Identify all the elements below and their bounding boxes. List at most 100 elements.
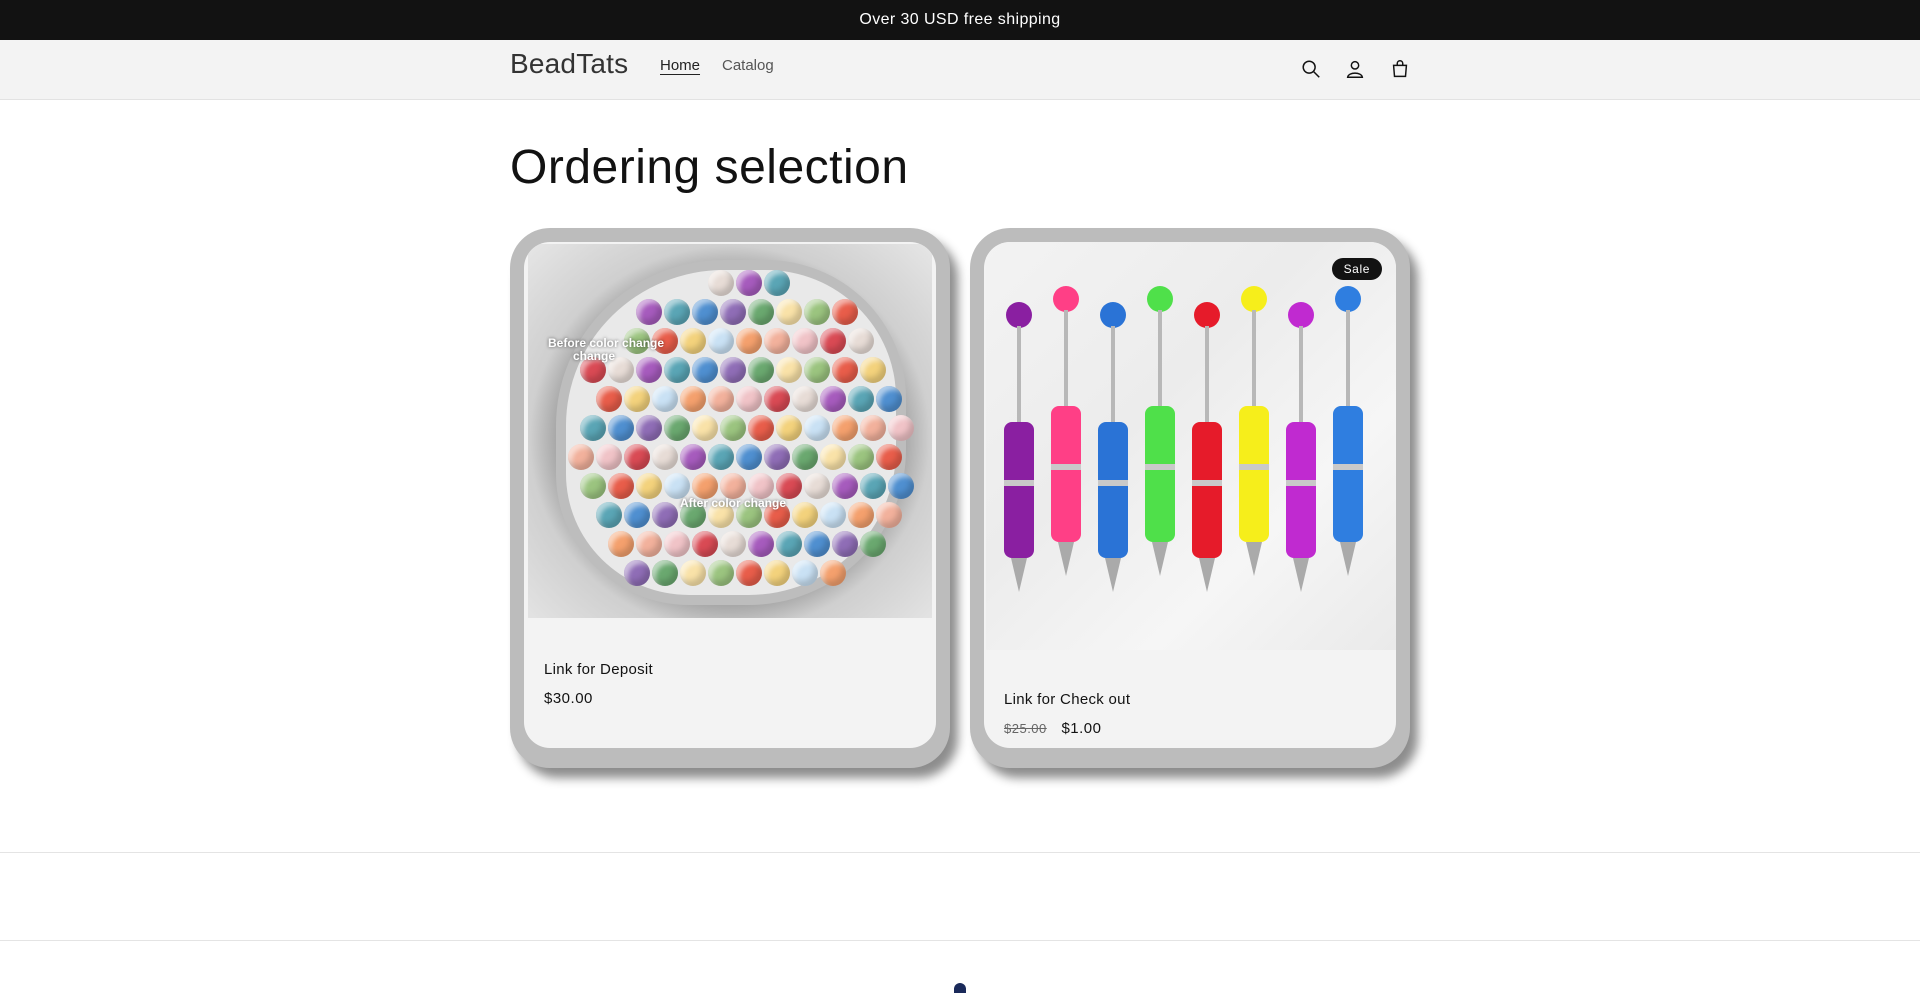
bead xyxy=(608,531,634,557)
compare-at-price: $25.00 xyxy=(1004,721,1047,736)
pen-body xyxy=(1004,422,1034,558)
bead xyxy=(804,415,830,441)
bead xyxy=(860,473,886,499)
bead xyxy=(720,531,746,557)
bead xyxy=(692,357,718,383)
pen-ring xyxy=(1286,480,1316,486)
pen xyxy=(1051,286,1081,576)
bead xyxy=(804,473,830,499)
bead xyxy=(848,328,874,354)
bead xyxy=(792,444,818,470)
product-card-inner: Sale Link for Check out $25.00 $1.00 xyxy=(984,242,1396,748)
product-card-checkout[interactable]: Sale Link for Check out $25.00 $1.00 xyxy=(970,228,1410,768)
product-title[interactable]: Link for Check out xyxy=(1004,691,1130,708)
bead xyxy=(680,328,706,354)
bead xyxy=(848,386,874,412)
bead xyxy=(720,299,746,325)
footer-divider xyxy=(0,940,1920,941)
pen-ball xyxy=(1006,302,1032,328)
bead xyxy=(792,328,818,354)
bead xyxy=(652,502,678,528)
bead xyxy=(652,444,678,470)
bead xyxy=(736,560,762,586)
pen-body xyxy=(1286,422,1316,558)
product-title[interactable]: Link for Deposit xyxy=(544,661,653,678)
bead xyxy=(736,328,762,354)
bead xyxy=(664,357,690,383)
pen-ball xyxy=(1335,286,1361,312)
pen-ball xyxy=(1100,302,1126,328)
product-card-deposit[interactable]: Before color change change After color c… xyxy=(510,228,950,768)
pen-ring xyxy=(1098,480,1128,486)
bead xyxy=(736,444,762,470)
bead xyxy=(764,444,790,470)
bead xyxy=(820,386,846,412)
account-icon[interactable] xyxy=(1340,54,1370,84)
pen-ring xyxy=(1333,464,1363,470)
image-caption-after: After color change xyxy=(680,496,787,510)
bead xyxy=(860,357,886,383)
cart-icon[interactable] xyxy=(1385,54,1415,84)
bead xyxy=(832,299,858,325)
announcement-text: Over 30 USD free shipping xyxy=(859,11,1061,28)
bead xyxy=(860,531,886,557)
store-logo[interactable]: BeadTats xyxy=(510,48,628,80)
bead xyxy=(792,560,818,586)
bead xyxy=(624,386,650,412)
bead xyxy=(764,560,790,586)
pen-ring xyxy=(1239,464,1269,470)
pen-tip xyxy=(1246,542,1262,576)
sale-badge: Sale xyxy=(1331,258,1382,280)
pen-tip xyxy=(1011,558,1027,592)
bead xyxy=(652,560,678,586)
section-divider xyxy=(0,852,1920,853)
product-image-beads[interactable]: Before color change change After color c… xyxy=(528,244,932,618)
bead xyxy=(708,270,734,296)
bead xyxy=(876,444,902,470)
bead xyxy=(860,415,886,441)
bead xyxy=(596,502,622,528)
bead xyxy=(636,531,662,557)
bead xyxy=(568,444,594,470)
bead xyxy=(720,357,746,383)
bead xyxy=(708,444,734,470)
bead xyxy=(888,415,914,441)
bead xyxy=(624,560,650,586)
pen-ring xyxy=(1004,480,1034,486)
bead xyxy=(692,531,718,557)
search-icon[interactable] xyxy=(1296,54,1326,84)
bead xyxy=(636,357,662,383)
bead xyxy=(748,357,774,383)
bead xyxy=(664,415,690,441)
pen-shaft xyxy=(1017,326,1021,426)
bead xyxy=(876,386,902,412)
bead xyxy=(848,444,874,470)
pen-ball xyxy=(1147,286,1173,312)
bead xyxy=(820,328,846,354)
bead xyxy=(608,415,634,441)
pen-ball xyxy=(1241,286,1267,312)
bead xyxy=(624,502,650,528)
bead xyxy=(636,473,662,499)
pen-body xyxy=(1333,406,1363,542)
bead xyxy=(848,502,874,528)
pen-body xyxy=(1145,406,1175,542)
nav-catalog[interactable]: Catalog xyxy=(722,57,774,74)
collection-title: Ordering selection xyxy=(510,141,909,194)
pen-ball xyxy=(1288,302,1314,328)
bead xyxy=(596,386,622,412)
pen-body xyxy=(1239,406,1269,542)
bead xyxy=(636,415,662,441)
pen xyxy=(1098,302,1128,592)
pen-shaft xyxy=(1346,310,1350,410)
bead xyxy=(776,415,802,441)
product-price-row: $25.00 $1.00 xyxy=(1004,720,1101,737)
bead xyxy=(820,560,846,586)
product-image-pens[interactable] xyxy=(986,242,1396,650)
nav-home[interactable]: Home xyxy=(660,57,700,74)
pen-shaft xyxy=(1111,326,1115,426)
bead xyxy=(580,415,606,441)
bead xyxy=(736,270,762,296)
pen-body xyxy=(1192,422,1222,558)
bead xyxy=(792,502,818,528)
